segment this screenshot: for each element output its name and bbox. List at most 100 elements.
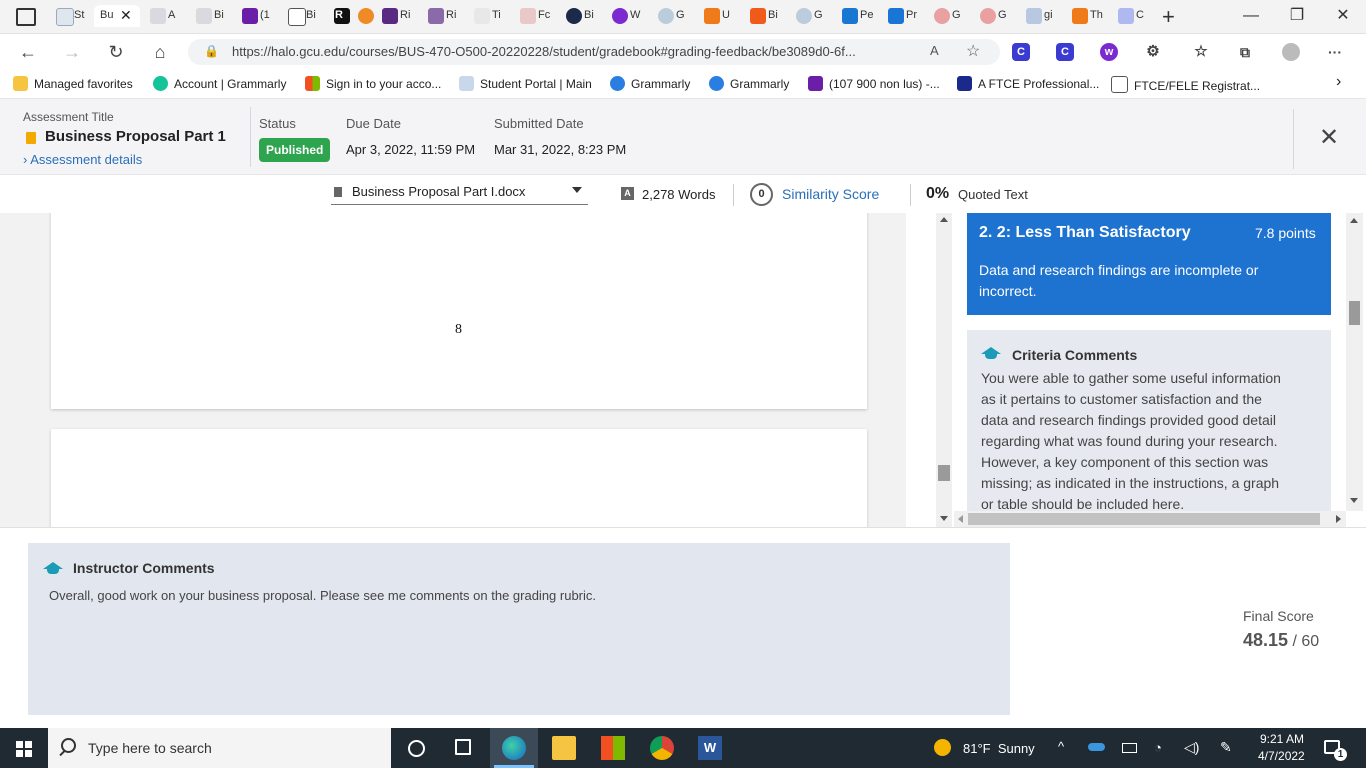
address-bar[interactable]: 🔒 https://halo.gcu.edu/courses/BUS-470-O… [188, 39, 1000, 65]
word-icon[interactable]: W [698, 736, 722, 760]
battery-icon[interactable] [1122, 743, 1137, 753]
profile-avatar[interactable] [1282, 43, 1300, 61]
favorites-icon[interactable]: ☆ [1192, 43, 1210, 61]
browser-tab[interactable]: St [52, 5, 84, 27]
close-window-icon[interactable]: ✕ [1320, 4, 1366, 28]
favorite-managed[interactable]: Managed favorites [13, 76, 133, 91]
extension-c-icon[interactable]: C [1012, 43, 1030, 61]
task-view-icon[interactable] [455, 739, 471, 755]
new-tab-icon[interactable]: + [1162, 4, 1175, 30]
similarity-score-link[interactable]: Similarity Score [782, 186, 879, 202]
tab-favicon [566, 8, 582, 24]
rubric-scrollbar[interactable] [1346, 213, 1363, 511]
folder-icon [13, 76, 28, 91]
scroll-left-icon[interactable] [958, 515, 963, 523]
scroll-up-icon[interactable] [1350, 218, 1358, 223]
wifi-icon[interactable]: ◔ [1154, 740, 1162, 755]
clock-date[interactable]: 4/7/2022 [1258, 749, 1305, 763]
browser-tab[interactable]: Ri [378, 5, 410, 27]
browser-tab[interactable]: G [654, 5, 685, 27]
minimize-icon[interactable]: — [1228, 4, 1274, 28]
file-explorer-icon[interactable] [552, 736, 576, 760]
page-number: 8 [455, 322, 462, 337]
document-scrollbar[interactable] [936, 213, 952, 527]
browser-tab[interactable]: gi [1022, 5, 1053, 27]
taskbar-edge-active[interactable] [490, 728, 538, 768]
browser-tab[interactable]: Bi [192, 5, 224, 27]
windows-start-icon[interactable] [16, 741, 32, 757]
favorite-ftce-registration[interactable]: FTCE/FELE Registrat... [1111, 76, 1260, 93]
chrome-icon[interactable] [650, 736, 674, 760]
collections-icon[interactable]: ⧉ [1236, 43, 1254, 61]
scroll-thumb[interactable] [968, 513, 1320, 525]
lock-icon: 🔒 [204, 44, 219, 58]
back-icon[interactable]: ← [16, 41, 40, 63]
favorites-overflow-icon[interactable]: › [1336, 73, 1341, 91]
browser-tab[interactable]: Bi [284, 5, 316, 27]
favorite-sign-in[interactable]: Sign in to your acco... [305, 76, 441, 91]
browser-tab[interactable]: G [792, 5, 823, 27]
favorite-student-portal[interactable]: Student Portal | Main [459, 76, 592, 91]
favorite-mail[interactable]: (107 900 non lus) -... [808, 76, 940, 91]
browser-tab[interactable]: U [700, 5, 730, 27]
onedrive-icon[interactable] [1088, 743, 1105, 751]
browser-tab[interactable]: A [146, 5, 175, 27]
file-select[interactable]: Business Proposal Part I.docx [331, 179, 588, 205]
document-viewer[interactable]: 8 [0, 213, 906, 527]
criteria-comments-text: You were able to gather some useful info… [981, 370, 1281, 512]
browser-tab[interactable]: Pe [838, 5, 873, 27]
restore-icon[interactable]: ❐ [1274, 4, 1320, 28]
forward-icon[interactable]: → [60, 41, 84, 63]
browser-tab[interactable]: Pr [884, 5, 917, 27]
browser-tab[interactable]: Ti [470, 5, 501, 27]
tab-actions-icon[interactable] [16, 8, 36, 26]
more-menu-icon[interactable]: ··· [1326, 43, 1344, 61]
browser-tab[interactable]: R [330, 5, 355, 27]
weather-text[interactable]: 81°F Sunny [963, 741, 1035, 756]
browser-tab[interactable]: G [976, 5, 1007, 27]
refresh-icon[interactable]: ↻ [104, 41, 128, 63]
scroll-thumb[interactable] [938, 465, 950, 481]
final-score-number: 48.15 [1243, 630, 1289, 650]
volume-icon[interactable]: ◁) [1184, 739, 1199, 756]
rubric-level-card[interactable]: 2. 2: Less Than Satisfactory 7.8 points … [967, 213, 1331, 315]
chevron-up-icon[interactable]: ^ [1058, 739, 1064, 754]
cortana-icon[interactable] [408, 740, 425, 757]
browser-tab[interactable] [354, 5, 379, 27]
browser-tab[interactable]: Fc [516, 5, 550, 27]
clock-time[interactable]: 9:21 AM [1260, 732, 1304, 746]
extension-w-icon[interactable]: w [1100, 43, 1118, 61]
home-icon[interactable]: ⌂ [148, 41, 172, 63]
browser-tab-active[interactable]: Bu ✕ [94, 5, 140, 27]
scroll-down-icon[interactable] [1350, 498, 1358, 503]
add-favorite-icon[interactable]: ☆ [966, 41, 980, 61]
scroll-down-icon[interactable] [940, 516, 948, 521]
assessment-details-link[interactable]: › Assessment details [23, 152, 142, 167]
rubric-horizontal-scrollbar[interactable] [954, 511, 1346, 527]
browser-tab[interactable]: C [1114, 5, 1144, 27]
favorite-ftce-professional[interactable]: A FTCE Professional... [957, 76, 1099, 91]
browser-tab[interactable]: Th [1068, 5, 1103, 27]
taskbar-search-box[interactable]: Type here to search [48, 728, 391, 768]
close-tab-icon[interactable]: ✕ [120, 7, 132, 24]
scroll-thumb[interactable] [1349, 301, 1360, 325]
browser-tab[interactable]: Ri [424, 5, 456, 27]
read-aloud-icon[interactable]: A [930, 43, 939, 58]
favorite-grammarly-2[interactable]: Grammarly [709, 76, 789, 91]
browser-tab[interactable]: Bi [562, 5, 594, 27]
grammarly-icon [709, 76, 724, 91]
pen-icon[interactable]: ✎ [1220, 739, 1232, 756]
favorite-grammarly-account[interactable]: Account | Grammarly [153, 76, 286, 91]
favorite-grammarly[interactable]: Grammarly [610, 76, 690, 91]
extensions-puzzle-icon[interactable]: ⚙ [1144, 43, 1162, 61]
scroll-right-icon[interactable] [1336, 515, 1341, 523]
browser-tab[interactable]: G [930, 5, 961, 27]
submitted-date-value: Mar 31, 2022, 8:23 PM [494, 142, 627, 157]
browser-tab[interactable]: Bi [746, 5, 778, 27]
extension-c-icon[interactable]: C [1056, 43, 1074, 61]
browser-tab[interactable]: (1 [238, 5, 270, 27]
close-icon[interactable]: ✕ [1319, 123, 1339, 152]
browser-tab[interactable]: W [608, 5, 640, 27]
scroll-up-icon[interactable] [940, 217, 948, 222]
microsoft-store-icon[interactable] [601, 736, 625, 760]
